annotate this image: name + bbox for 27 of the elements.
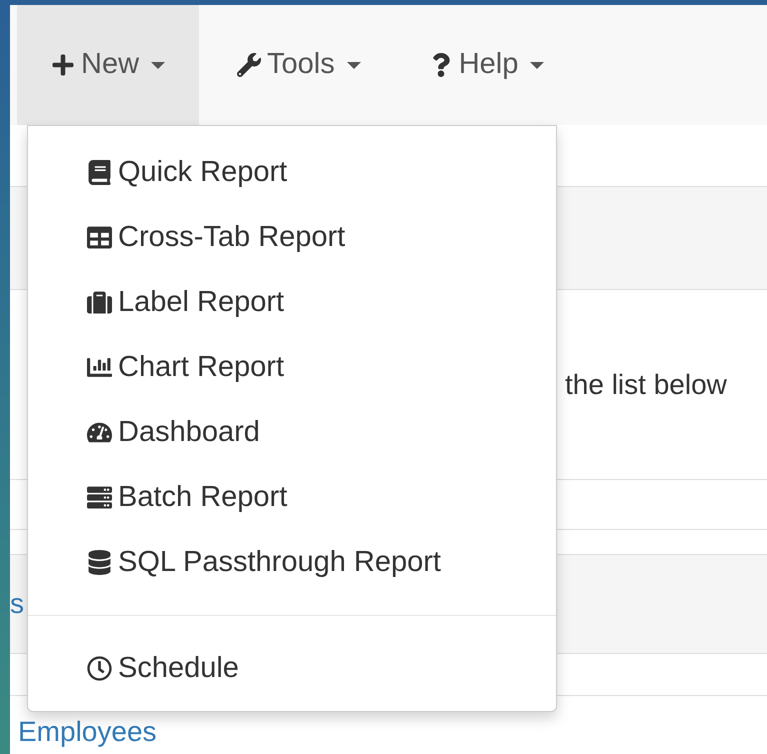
menu-item[interactable]: SQL Passthrough Report [28,530,556,595]
clock-icon [86,656,112,681]
menu-item[interactable]: Cross-Tab Report [28,205,556,270]
link[interactable]: s [10,590,24,618]
nav-tab[interactable]: Help [390,5,574,125]
caret-icon [530,62,544,68]
menu-item[interactable]: Dashboard [28,400,556,465]
gauge-icon [86,420,112,445]
menu-item[interactable]: Chart Report [28,335,556,400]
caret-icon [346,62,361,68]
menu-item[interactable]: Batch Report [28,465,556,530]
menu-item[interactable]: Label Report [28,270,556,335]
nav-tab[interactable]: New [17,5,200,125]
intro-text: the list below [565,368,727,402]
plus-icon [51,53,75,77]
menu-item[interactable]: Quick Report [28,140,556,205]
book-icon [86,160,112,185]
menu-item[interactable]: Schedule [28,636,556,701]
bar-chart-icon [86,355,112,380]
server-icon [86,485,112,510]
suitcase-icon [86,290,112,315]
grid-icon [86,225,112,250]
nav-tab[interactable]: Tools [199,5,391,125]
database-icon [86,550,112,575]
employees-link[interactable]: Employees [18,716,157,747]
wrench-icon [237,53,262,77]
caret-icon [151,62,166,68]
